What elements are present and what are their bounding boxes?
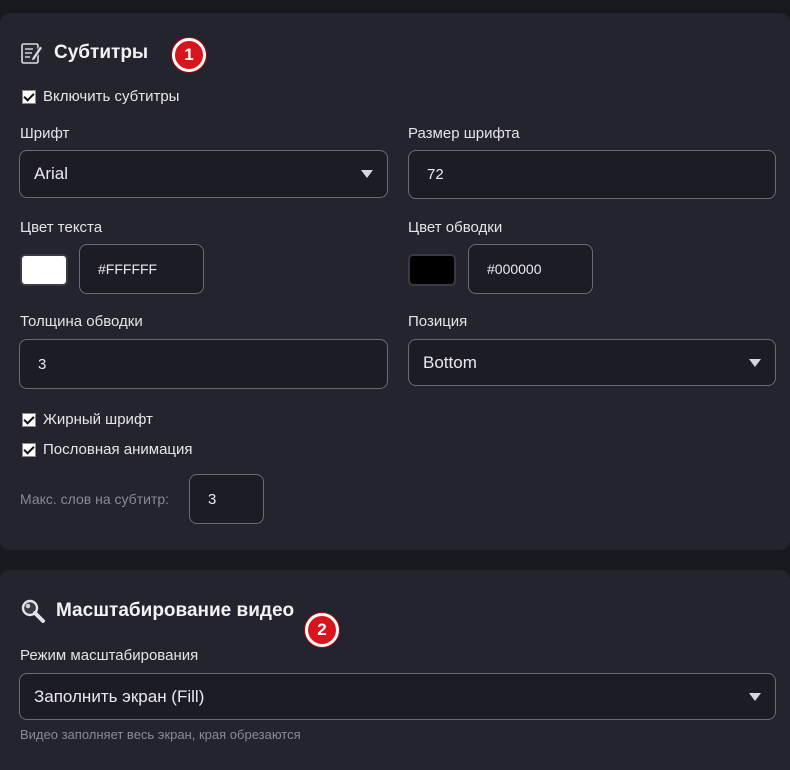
- scaling-mode-hint: Видео заполняет весь экран, края обрезаю…: [20, 727, 301, 742]
- chevron-down-icon: [749, 358, 761, 367]
- scaling-title-text: Масштабирование видео: [56, 600, 295, 621]
- text-color-swatch[interactable]: [20, 254, 68, 286]
- step-badge-2: 2: [305, 613, 339, 647]
- subtitles-title-text: Субтитры: [54, 42, 149, 63]
- scaling-mode-select-value: Заполнить экран (Fill): [34, 686, 205, 706]
- bold-font-checkbox[interactable]: [22, 412, 36, 427]
- max-words-label: Макс. слов на субтитр:: [20, 491, 170, 507]
- subtitles-section-title: Субтитры: [20, 41, 148, 65]
- font-select[interactable]: Arial: [19, 150, 388, 198]
- memo-icon: [21, 43, 44, 64]
- stroke-color-swatch[interactable]: [408, 254, 456, 286]
- stroke-width-label: Толщина обводки: [20, 313, 143, 330]
- max-words-input[interactable]: 3: [189, 474, 264, 524]
- font-size-label: Размер шрифта: [408, 125, 520, 142]
- font-size-input[interactable]: 72: [408, 150, 776, 199]
- text-color-label: Цвет текста: [20, 219, 103, 236]
- text-color-value: #FFFFFF: [98, 261, 158, 277]
- enable-subtitles-label: Включить субтитры: [43, 88, 180, 105]
- stroke-width-value: 3: [38, 355, 47, 373]
- video-scaling-panel: Масштабирование видео 2 Режим масштабиро…: [0, 570, 790, 770]
- word-animation-label: Пословная анимация: [43, 441, 193, 458]
- scaling-mode-label: Режим масштабирования: [20, 647, 199, 664]
- stroke-color-label: Цвет обводки: [408, 219, 503, 236]
- step-badge-2-text: 2: [317, 620, 327, 639]
- step-badge-1: 1: [172, 38, 206, 72]
- position-label: Позиция: [408, 313, 468, 330]
- font-label: Шрифт: [20, 125, 70, 142]
- chevron-down-icon: [361, 170, 373, 178]
- bold-font-checkbox-row[interactable]: Жирный шрифт: [22, 411, 153, 428]
- word-animation-checkbox-row[interactable]: Пословная анимация: [22, 441, 193, 458]
- max-words-value: 3: [208, 490, 217, 508]
- subtitles-panel: Субтитры 1 Включить субтитры Шрифт Arial…: [0, 13, 790, 550]
- scaling-section-title: Масштабирование видео: [20, 598, 294, 624]
- enable-subtitles-checkbox[interactable]: [22, 89, 36, 104]
- magnifier-icon: [21, 599, 45, 623]
- stroke-color-value: #000000: [487, 261, 542, 277]
- scaling-mode-select[interactable]: Заполнить экран (Fill): [19, 673, 776, 720]
- chevron-down-icon: [749, 692, 761, 701]
- font-select-value: Arial: [34, 164, 69, 183]
- stroke-width-input[interactable]: 3: [19, 339, 388, 389]
- step-badge-1-text: 1: [184, 45, 194, 64]
- text-color-input[interactable]: #FFFFFF: [79, 244, 204, 294]
- position-select[interactable]: Bottom: [408, 339, 776, 386]
- position-select-value: Bottom: [423, 352, 477, 372]
- stroke-color-input[interactable]: #000000: [468, 244, 593, 294]
- word-animation-checkbox[interactable]: [22, 442, 36, 457]
- font-size-value: 72: [427, 166, 444, 183]
- enable-subtitles-checkbox-row[interactable]: Включить субтитры: [22, 88, 179, 105]
- bold-font-label: Жирный шрифт: [43, 411, 153, 428]
